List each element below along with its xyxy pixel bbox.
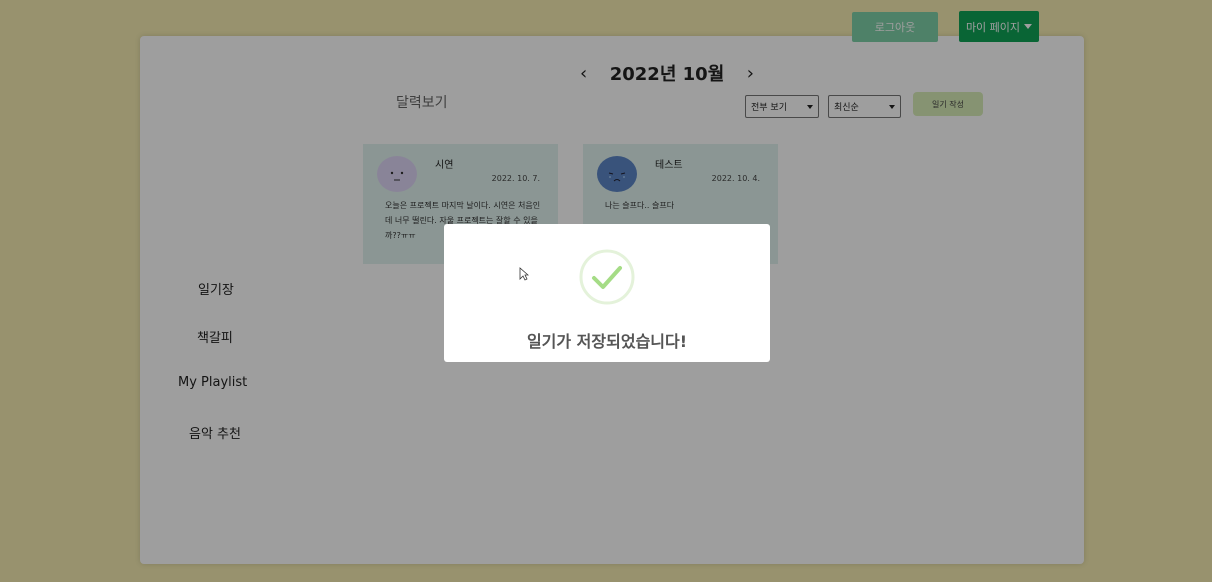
modal-message: 일기가 저장되었습니다! — [526, 332, 688, 351]
check-icon — [579, 249, 635, 305]
mouse-cursor-icon — [519, 267, 529, 281]
save-success-modal: 일기가 저장되었습니다! — [444, 224, 770, 362]
